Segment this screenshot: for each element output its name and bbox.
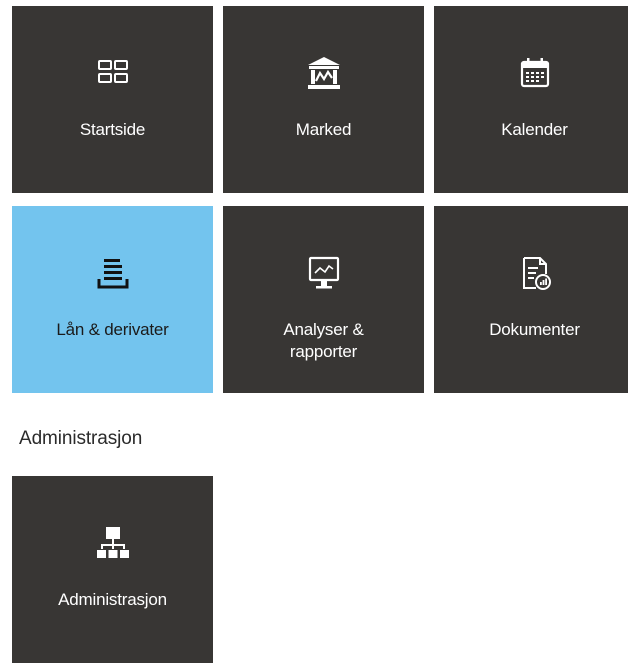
tile-marked[interactable]: Marked	[223, 6, 424, 193]
org-chart-icon	[92, 522, 134, 564]
dashboard-icon	[92, 52, 134, 94]
tile-dokumenter[interactable]: Dokumenter	[434, 206, 628, 393]
tile-label: Startside	[79, 120, 146, 139]
monitor-chart-icon	[303, 252, 345, 294]
tile-administrasjon[interactable]: Administrasjon	[12, 476, 213, 663]
tile-label: Analyser & rapporter	[231, 319, 416, 363]
tile-label-line1: Analyser &	[283, 320, 364, 339]
market-building-icon	[303, 52, 345, 94]
tile-analyser-rapporter[interactable]: Analyser & rapporter	[223, 206, 424, 393]
tile-label: Marked	[295, 120, 352, 139]
tile-label: Administrasjon	[58, 590, 167, 609]
stacked-list-icon	[92, 252, 134, 294]
tile-kalender[interactable]: Kalender	[434, 6, 628, 193]
tile-label: Kalender	[501, 120, 568, 139]
document-report-icon	[514, 252, 556, 294]
tile-startside[interactable]: Startside	[12, 6, 213, 193]
section-heading: Administrasjon	[19, 428, 143, 449]
tile-label-line2: rapporter	[289, 342, 358, 361]
calendar-icon	[514, 52, 556, 94]
tile-lan-derivater[interactable]: Lån & derivater	[12, 206, 213, 393]
tile-label: Dokumenter	[489, 320, 580, 339]
tile-label: Lån & derivater	[56, 320, 169, 339]
